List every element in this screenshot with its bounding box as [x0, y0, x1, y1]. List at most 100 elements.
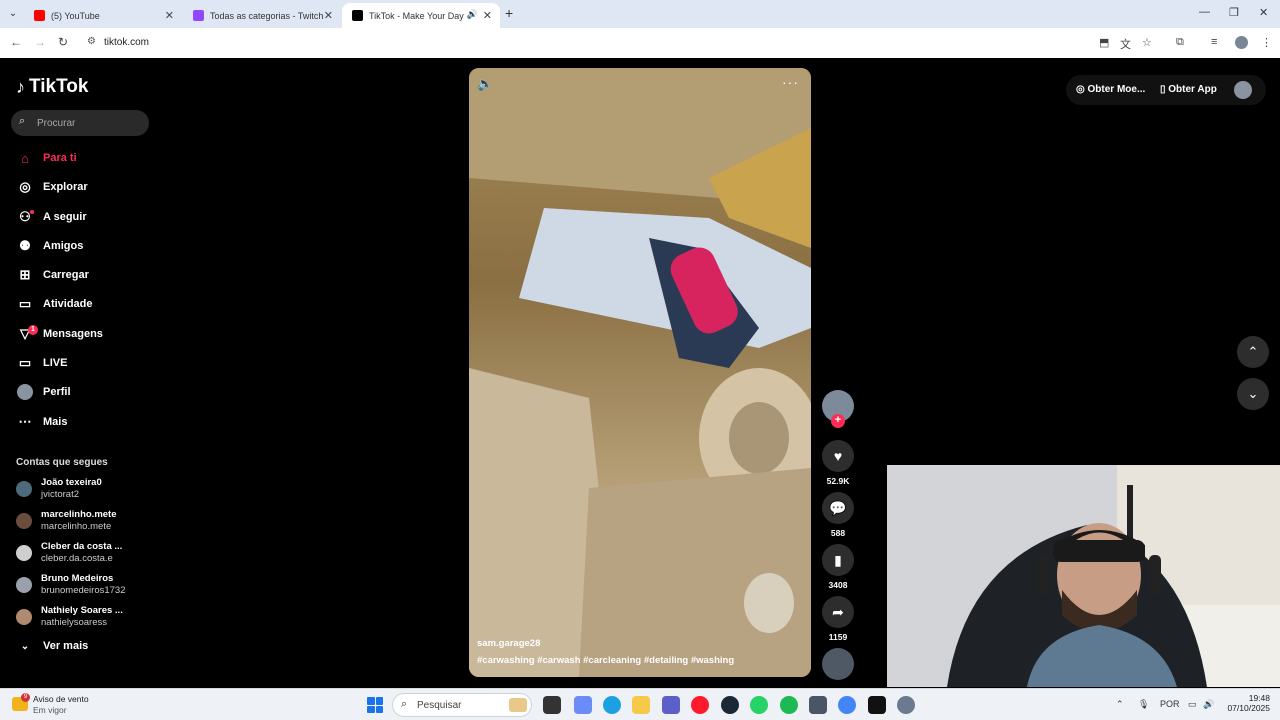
network-icon[interactable]: ▭	[1188, 699, 1197, 710]
tab-tiktok[interactable]: TikTok - Make Your Day 🔊 ✕	[342, 3, 500, 28]
new-tab-button[interactable]: +	[505, 5, 513, 21]
nav-label: Amigos	[43, 240, 84, 252]
browser-menu-icon[interactable]: ⋮	[1261, 36, 1272, 49]
video-username[interactable]: sam.garage28	[477, 638, 540, 649]
following-account[interactable]: João texeira0 jvictorat2	[16, 477, 146, 503]
nav-atividade[interactable]: ▭ Atividade	[16, 293, 93, 315]
close-tab-icon[interactable]: ✕	[165, 9, 174, 22]
following-account[interactable]: Nathiely Soares ... nathielysoaress	[16, 605, 146, 631]
account-handle: jvictorat2	[41, 489, 80, 500]
spotify-icon[interactable]	[780, 696, 798, 714]
terminal-app-icon[interactable]	[868, 696, 886, 714]
following-account[interactable]: marcelinho.mete marcelinho.mete	[16, 509, 146, 535]
get-app-button[interactable]: ▯ Obter App	[1160, 84, 1217, 95]
video-player[interactable]: 🔈 ··· sam.garage28 #carwashing #carwash …	[469, 68, 811, 677]
translate-icon[interactable]: 文	[1120, 36, 1131, 52]
media-controls-icon[interactable]: ≡	[1211, 36, 1217, 48]
restore-icon[interactable]: ❐	[1229, 6, 1239, 19]
audio-playing-icon[interactable]: 🔊	[467, 9, 478, 20]
message-count-badge: 1	[28, 325, 38, 335]
tab-label: TikTok - Make Your Day	[369, 10, 464, 21]
nav-label: Mais	[43, 416, 68, 428]
taskbar-search-label: Pesquisar	[417, 700, 462, 711]
bookmark-star-icon[interactable]: ☆	[1142, 36, 1152, 49]
share-count: 1159	[828, 632, 848, 642]
search-icon[interactable]: ⌕	[19, 115, 25, 128]
nav-perfil[interactable]: Perfil	[16, 381, 71, 403]
nav-label: Perfil	[43, 386, 71, 398]
nav-label: LIVE	[43, 357, 68, 369]
nav-mensagens[interactable]: ▽ 1 Mensagens	[16, 323, 103, 345]
bookmark-icon[interactable]: ▮	[822, 544, 854, 576]
nav-live[interactable]: ▭ LIVE	[16, 352, 68, 374]
previous-video-chevron-up-icon[interactable]: ⌃	[1237, 336, 1269, 368]
address-bar[interactable]: ⚙ tiktok.com	[80, 32, 1170, 54]
volume-tray-icon[interactable]: 🔊	[1203, 699, 1214, 710]
system-clock[interactable]: 19:48 07/10/2025	[1222, 693, 1270, 713]
get-coins-button[interactable]: ◎ Obter Moe...	[1076, 84, 1145, 95]
music-disc-icon[interactable]	[822, 648, 854, 680]
see-more-label: Ver mais	[43, 640, 89, 652]
tab-youtube[interactable]: (5) YouTube ✕	[24, 3, 182, 28]
forward-icon[interactable]: →	[34, 35, 46, 49]
follow-plus-icon[interactable]: +	[831, 414, 845, 428]
show-hidden-icons-chevron-up-icon[interactable]: ⌃	[1116, 699, 1124, 710]
account-name: Nathiely Soares ...	[41, 605, 123, 616]
following-icon: ⚇	[16, 209, 34, 225]
video-hashtags[interactable]: #carwashing #carwash #carcleaning #detai…	[477, 655, 734, 666]
task-view-icon[interactable]	[543, 696, 561, 714]
next-video-chevron-down-icon[interactable]: ⌄	[1237, 378, 1269, 410]
file-explorer-icon[interactable]	[632, 696, 650, 714]
nav-carregar[interactable]: ⊞ Carregar	[16, 264, 89, 286]
nav-mais[interactable]: ⋯ Mais	[16, 411, 68, 433]
teams-icon[interactable]	[662, 696, 680, 714]
close-tab-icon[interactable]: ✕	[483, 9, 492, 22]
logo-text: TikTok	[29, 76, 89, 97]
account-handle: marcelinho.mete	[41, 521, 112, 532]
chrome-icon[interactable]	[838, 696, 856, 714]
copilot-icon[interactable]	[574, 696, 592, 714]
tiktok-logo[interactable]: ♪ TikTok	[16, 76, 88, 98]
live-icon: ▭	[18, 355, 32, 370]
extensions-icon[interactable]: ⧉	[1176, 36, 1184, 49]
back-icon[interactable]: ←	[10, 35, 22, 49]
edge-icon[interactable]	[603, 696, 621, 714]
language-indicator[interactable]: POR	[1160, 699, 1180, 709]
like-heart-icon[interactable]: ♥	[822, 440, 854, 472]
nav-explorar[interactable]: ◎ Explorar	[16, 176, 87, 198]
nav-a-seguir[interactable]: ⚇ A seguir	[16, 206, 86, 228]
avatar	[16, 545, 32, 561]
following-account[interactable]: Cleber da costa ... cleber.da.costa.e	[16, 541, 146, 567]
share-icon[interactable]: ➦	[822, 596, 854, 628]
site-info-icon[interactable]: ⚙	[87, 36, 96, 47]
reload-icon[interactable]: ↻	[58, 35, 68, 49]
get-app-label: Obter App	[1168, 84, 1217, 95]
microphone-icon[interactable]: 🎙	[1138, 699, 1149, 710]
settings-gear-icon[interactable]	[897, 696, 915, 714]
user-avatar[interactable]	[1234, 81, 1252, 99]
install-app-icon[interactable]: ⬒	[1099, 36, 1109, 49]
whatsapp-icon[interactable]	[750, 696, 768, 714]
account-name: marcelinho.mete	[41, 509, 117, 520]
weather-title: Aviso de vento	[33, 694, 89, 704]
see-more-link[interactable]: ⌄ Ver mais	[16, 640, 88, 652]
tab-twitch[interactable]: Todas as categorias - Twitch ✕	[183, 3, 341, 28]
close-window-icon[interactable]: ✕	[1259, 6, 1268, 19]
more-options-icon[interactable]: ···	[782, 74, 799, 90]
volume-icon[interactable]: 🔈	[477, 76, 493, 92]
calculator-icon[interactable]	[809, 696, 827, 714]
search-input[interactable]	[37, 114, 142, 132]
nav-para-ti[interactable]: ⌂ Para ti	[16, 147, 77, 169]
steam-icon[interactable]	[721, 696, 739, 714]
start-windows-icon[interactable]	[367, 697, 383, 713]
following-account[interactable]: Bruno Medeiros brunomedeiros1732	[16, 573, 146, 599]
browser-tab-strip: ⌄ (5) YouTube ✕ Todas as categorias - Tw…	[0, 0, 1280, 28]
taskbar-search[interactable]: ⌕ Pesquisar	[392, 693, 532, 717]
tab-search-chevron-icon[interactable]: ⌄	[4, 5, 22, 23]
minimize-icon[interactable]: —	[1199, 6, 1210, 18]
comment-icon[interactable]: 💬	[822, 492, 854, 524]
profile-avatar[interactable]	[1235, 36, 1248, 49]
opera-icon[interactable]	[691, 696, 709, 714]
close-tab-icon[interactable]: ✕	[324, 9, 333, 22]
nav-amigos[interactable]: ⚉ Amigos	[16, 235, 83, 257]
